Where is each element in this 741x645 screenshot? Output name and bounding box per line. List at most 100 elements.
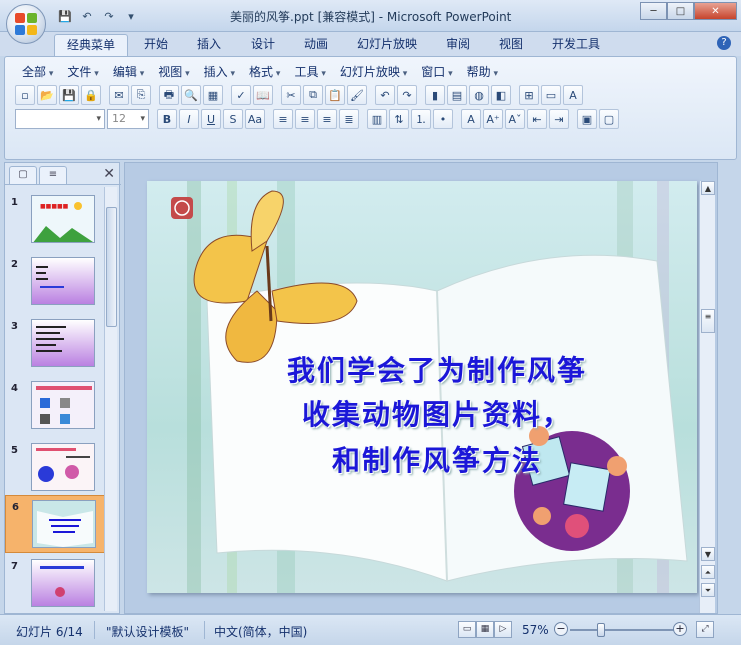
- menu-tools[interactable]: 工具: [287, 63, 332, 80]
- justify-icon[interactable]: ≣: [339, 109, 359, 129]
- research-icon[interactable]: 📖: [253, 85, 273, 105]
- bold-button[interactable]: B: [157, 109, 177, 129]
- undo-icon[interactable]: ↶: [375, 85, 395, 105]
- zoom-out-icon[interactable]: −: [554, 622, 568, 636]
- maximize-button[interactable]: □: [667, 2, 694, 20]
- help-icon[interactable]: ?: [717, 36, 731, 50]
- underline-button[interactable]: U: [201, 109, 221, 129]
- align-left-icon[interactable]: ≡: [273, 109, 293, 129]
- zoom-level[interactable]: 57%: [522, 623, 549, 637]
- columns-icon[interactable]: ▥: [367, 109, 387, 129]
- customize-qat-icon[interactable]: ▾: [122, 7, 140, 25]
- font-color-icon[interactable]: A: [461, 109, 481, 129]
- increase-font-icon[interactable]: A⁺: [483, 109, 503, 129]
- insert-picture-icon[interactable]: ◍: [469, 85, 489, 105]
- slide-thumbnail-4[interactable]: 4: [5, 377, 105, 435]
- decrease-indent-icon[interactable]: ⇤: [527, 109, 547, 129]
- panel-close-icon[interactable]: ✕: [103, 166, 115, 182]
- tab-slides[interactable]: ▢: [9, 166, 37, 184]
- close-button[interactable]: ✕: [694, 2, 737, 20]
- align-center-icon[interactable]: ≡: [295, 109, 315, 129]
- slide-sorter-icon[interactable]: ▦: [203, 85, 223, 105]
- tab-design[interactable]: 设计: [247, 34, 279, 56]
- minimize-button[interactable]: ─: [640, 2, 667, 20]
- redo-icon[interactable]: ↷: [100, 7, 118, 25]
- menu-all[interactable]: 全部: [15, 63, 60, 80]
- tab-classic-menu[interactable]: 经典菜单: [54, 34, 129, 56]
- menu-view[interactable]: 视图: [151, 63, 196, 80]
- normal-view-icon[interactable]: ▭: [458, 621, 476, 638]
- print-icon[interactable]: 🖶: [159, 85, 179, 105]
- slide-text-line-3[interactable]: 和制作风筝方法: [237, 439, 637, 479]
- editor-scrollbar[interactable]: ▲ ≡ ▼ ⏶ ⏷: [699, 181, 715, 613]
- email-icon[interactable]: ✉: [109, 85, 129, 105]
- slide-design-icon[interactable]: A: [563, 85, 583, 105]
- slide-thumbnail-3[interactable]: 3: [5, 315, 105, 373]
- slide-thumbnail-5[interactable]: 5: [5, 439, 105, 497]
- slide-text-line-1[interactable]: 我们学会了为制作风筝: [237, 349, 637, 389]
- publish-icon[interactable]: ⎘: [131, 85, 151, 105]
- decrease-font-icon[interactable]: Aˇ: [505, 109, 525, 129]
- menu-file[interactable]: 文件: [60, 63, 105, 80]
- slide-layout-icon[interactable]: ▭: [541, 85, 561, 105]
- next-slide-icon[interactable]: ⏷: [701, 583, 715, 597]
- bullets-icon[interactable]: •: [433, 109, 453, 129]
- save-icon[interactable]: 💾: [56, 7, 74, 25]
- slide-thumbnail-1[interactable]: 1 ■■■■■: [5, 191, 105, 249]
- slide-text-line-2[interactable]: 收集动物图片资料，: [237, 393, 637, 433]
- tab-insert[interactable]: 插入: [193, 34, 225, 56]
- zoom-in-icon[interactable]: +: [673, 622, 687, 636]
- new-icon[interactable]: ▫: [15, 85, 35, 105]
- align-right-icon[interactable]: ≡: [317, 109, 337, 129]
- menu-slideshow[interactable]: 幻灯片放映: [333, 63, 414, 80]
- chart-icon[interactable]: ▮: [425, 85, 445, 105]
- new-slide-2-icon[interactable]: ▢: [599, 109, 619, 129]
- print-preview-icon[interactable]: 🔍: [181, 85, 201, 105]
- tab-review[interactable]: 审阅: [442, 34, 474, 56]
- menu-edit[interactable]: 编辑: [106, 63, 151, 80]
- slide-sorter-view-icon[interactable]: ▦: [476, 621, 494, 638]
- permission-icon[interactable]: 🔒: [81, 85, 101, 105]
- zoom-slider[interactable]: [570, 623, 674, 637]
- language-status[interactable]: 中文(简体，中国): [214, 623, 307, 640]
- menu-format[interactable]: 格式: [242, 63, 287, 80]
- open-icon[interactable]: 📂: [37, 85, 57, 105]
- change-case-button[interactable]: Aa: [245, 109, 265, 129]
- font-name-combo[interactable]: [15, 109, 105, 129]
- grayscale-icon[interactable]: ◧: [491, 85, 511, 105]
- scroll-down-icon[interactable]: ▼: [701, 547, 715, 561]
- menu-insert[interactable]: 插入: [197, 63, 242, 80]
- office-button[interactable]: [6, 4, 46, 44]
- panel-scroll-thumb[interactable]: [106, 207, 117, 327]
- panel-scrollbar[interactable]: [104, 187, 117, 611]
- italic-button[interactable]: I: [179, 109, 199, 129]
- tab-animation[interactable]: 动画: [300, 34, 332, 56]
- text-direction-icon[interactable]: ⇅: [389, 109, 409, 129]
- format-painter-icon[interactable]: 🖌: [347, 85, 367, 105]
- tab-outline[interactable]: ≡: [39, 166, 67, 184]
- shadow-button[interactable]: S: [223, 109, 243, 129]
- fit-to-window-icon[interactable]: ⤢: [696, 621, 714, 638]
- numbering-icon[interactable]: ⒈: [411, 109, 431, 129]
- table-icon[interactable]: ▤: [447, 85, 467, 105]
- tab-slideshow[interactable]: 幻灯片放映: [353, 34, 421, 56]
- spelling-icon[interactable]: ✓: [231, 85, 251, 105]
- increase-indent-icon[interactable]: ⇥: [549, 109, 569, 129]
- slide-thumbnail-7[interactable]: 7: [5, 555, 105, 613]
- font-size-combo[interactable]: 12: [107, 109, 149, 129]
- slide-thumbnail-2[interactable]: 2: [5, 253, 105, 311]
- zoom-slider-knob[interactable]: [597, 623, 606, 637]
- tab-home[interactable]: 开始: [140, 34, 172, 56]
- current-slide[interactable]: 我们学会了为制作风筝 收集动物图片资料， 和制作风筝方法: [147, 181, 697, 593]
- tab-developer[interactable]: 开发工具: [548, 34, 604, 56]
- new-slide-icon[interactable]: ⊞: [519, 85, 539, 105]
- slide-thumbnail-6[interactable]: 6: [5, 495, 105, 553]
- scroll-thumb[interactable]: ≡: [701, 309, 715, 333]
- scroll-up-icon[interactable]: ▲: [701, 181, 715, 195]
- previous-slide-icon[interactable]: ⏶: [701, 565, 715, 579]
- menu-help[interactable]: 帮助: [460, 63, 505, 80]
- design-template[interactable]: "默认设计模板": [106, 623, 189, 640]
- copy-icon[interactable]: ⧉: [303, 85, 323, 105]
- undo-icon[interactable]: ↶: [78, 7, 96, 25]
- cut-icon[interactable]: ✂: [281, 85, 301, 105]
